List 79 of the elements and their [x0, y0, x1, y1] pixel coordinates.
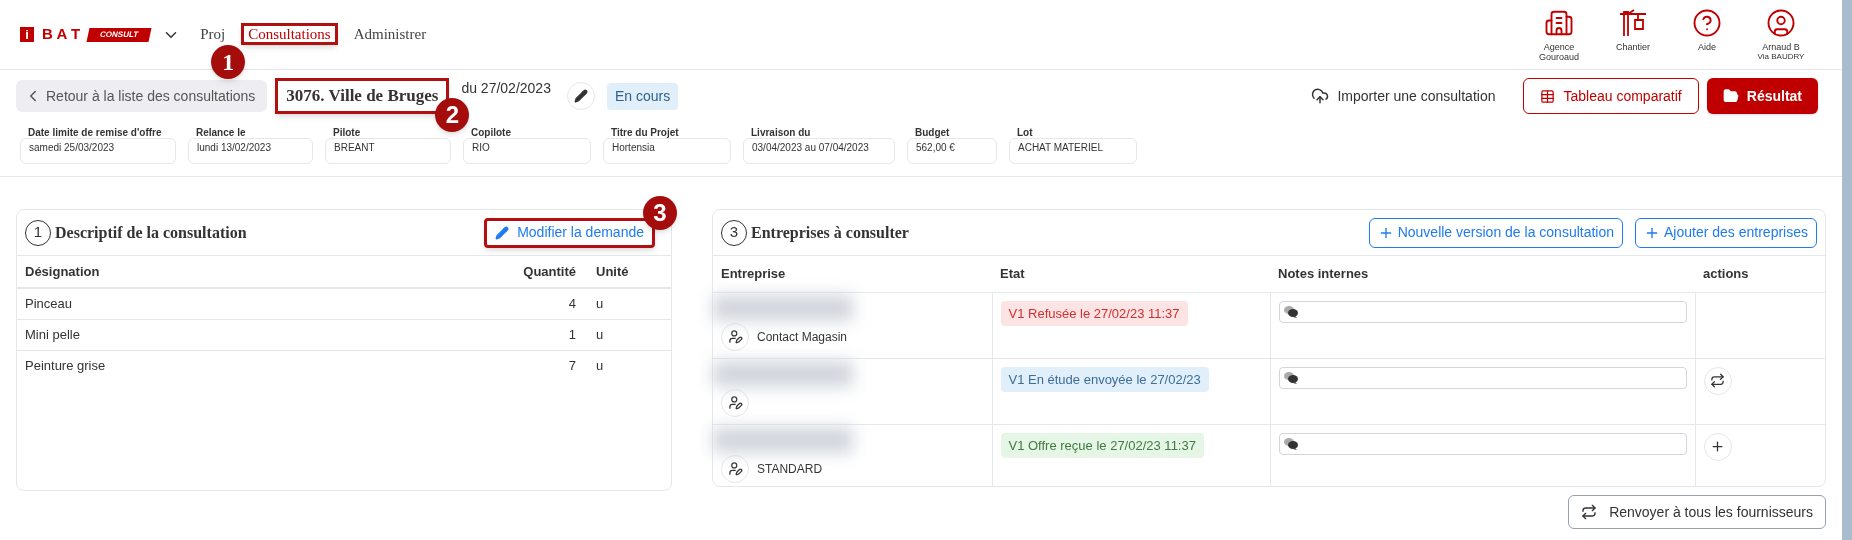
column-header: Unité — [576, 256, 671, 288]
info-label: Titre du Projet — [611, 126, 680, 139]
consultation-date: du 27/02/2023 — [461, 79, 551, 98]
column-header: Quantité — [496, 256, 576, 288]
table-cell: 4 — [496, 288, 576, 319]
table-icon — [1540, 88, 1556, 104]
repeat-icon — [1581, 504, 1598, 520]
info-label: Relance le — [196, 126, 247, 139]
column-header: actions — [1695, 256, 1825, 292]
folder-icon — [1722, 88, 1739, 104]
callout-number: 3 — [643, 195, 677, 230]
chat-icon — [1283, 437, 1298, 450]
pencil-icon — [495, 225, 510, 240]
panel-title: Descriptif de la consultation — [55, 222, 247, 244]
state-badge: V1 Refusée le 27/02/23 11:37 — [1000, 300, 1188, 326]
table-cell: u — [576, 350, 671, 381]
info-value: ACHAT MATERIEL — [1009, 138, 1137, 164]
add-button[interactable]: Ajouter des entreprises — [1635, 217, 1817, 248]
pencil-icon — [573, 89, 588, 103]
plus-icon — [1710, 439, 1725, 454]
panel-title: Entreprises à consulter — [751, 222, 909, 244]
repeat-icon — [1710, 373, 1725, 388]
back-button[interactable]: Retour à la liste des consultations — [16, 80, 268, 112]
info-value: samedi 25/03/2023 — [20, 138, 176, 164]
info-label: Lot — [1017, 126, 1034, 139]
notes-field[interactable] — [1278, 366, 1687, 389]
table-cell: Mini pelle — [17, 319, 496, 350]
info-value: RIO — [463, 138, 591, 164]
table-cell: u — [576, 319, 671, 350]
info-label: Budget — [915, 126, 951, 139]
notes-field[interactable] — [1278, 432, 1687, 455]
table-cell: u — [576, 288, 671, 319]
import-button[interactable]: Importer une consultation — [1299, 85, 1508, 107]
logo-badge: CONSULT — [86, 27, 152, 42]
result-button[interactable]: Résultat — [1706, 78, 1818, 114]
nav-link[interactable]: Proj — [200, 26, 226, 43]
info-value: lundi 13/02/2023 — [188, 138, 313, 164]
state-badge: V1 En étude envoyée le 27/02/23 — [1000, 366, 1209, 392]
contact-name: STANDARD — [757, 460, 823, 478]
column-header: Notes internes — [1270, 256, 1695, 292]
column-header: Etat — [992, 256, 1270, 292]
table-cell: 7 — [496, 350, 576, 381]
resend-all-button[interactable]: Renvoyer à tous les fournisseurs — [1568, 495, 1826, 529]
table-cell: Pinceau — [17, 288, 496, 319]
user-icon — [1766, 7, 1796, 38]
nav-link[interactable]: Administrer — [353, 26, 427, 43]
info-value: Hortensia — [603, 138, 731, 164]
chat-icon — [1283, 371, 1298, 384]
notes-field[interactable] — [1278, 300, 1687, 323]
column-header: Entreprise — [713, 256, 992, 292]
table-cell: Peinture grise — [17, 350, 496, 381]
add-button[interactable]: Nouvelle version de la consultation — [1368, 217, 1624, 248]
comparison-button[interactable]: Tableau comparatif — [1523, 78, 1699, 114]
table-cell: 1 — [496, 319, 576, 350]
info-label: Livraison du — [751, 126, 812, 139]
chat-icon — [1283, 305, 1298, 318]
info-label: Date limite de remise d'offre — [28, 126, 163, 139]
column-header: Désignation — [17, 256, 496, 288]
edit-request-button[interactable]: Modifier la demande — [484, 217, 655, 248]
nav-link[interactable]: Consultations — [241, 23, 338, 46]
info-label: Copilote — [471, 126, 512, 139]
info-value: BREANT — [325, 138, 451, 164]
logo-name: B A T — [42, 24, 81, 45]
contact-name: Contact Magasin — [757, 328, 848, 346]
info-value: 03/04/2023 au 07/04/2023 — [743, 138, 895, 164]
status-badge: En cours — [606, 82, 679, 110]
state-badge: V1 Offre reçue le 27/02/23 11:37 — [1000, 432, 1204, 458]
callout-number: 1 — [211, 45, 246, 80]
shortcut-button[interactable]: Chantier — [1608, 7, 1658, 52]
shortcut-button[interactable]: Agence Gouroaud — [1534, 7, 1584, 62]
shortcut-button[interactable]: Arnaud B Via BAUDRY — [1756, 7, 1806, 61]
scrollbar[interactable] — [1842, 0, 1852, 540]
crane-icon — [1618, 7, 1648, 38]
info-value: 562,00 € — [907, 138, 997, 164]
shortcut-button[interactable]: Aide — [1682, 7, 1732, 52]
info-label: Pilote — [333, 126, 362, 139]
logo-mark: i — [20, 27, 34, 42]
help-icon — [1692, 7, 1722, 38]
cloud-upload-icon — [1311, 87, 1330, 105]
